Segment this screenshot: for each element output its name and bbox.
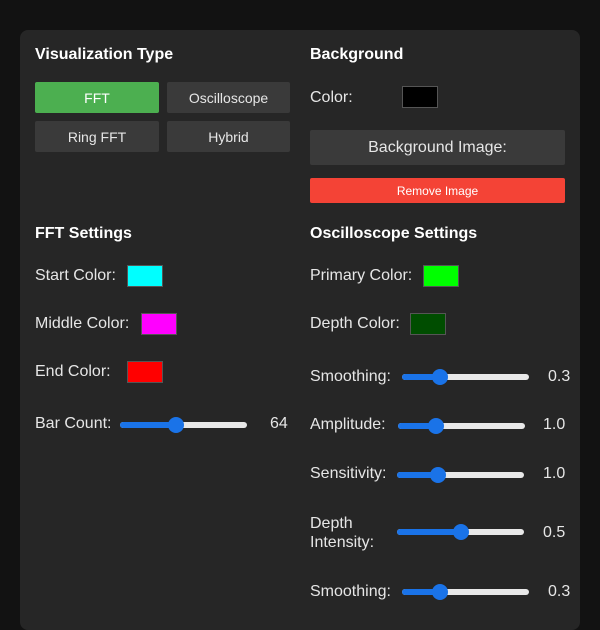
- osc-smoothing-value: 0.3: [548, 368, 571, 385]
- fft-settings-title: FFT Settings: [35, 225, 132, 242]
- osc-amplitude-label: Amplitude:: [310, 416, 386, 433]
- osc-smoothing-slider[interactable]: [402, 369, 529, 385]
- slider-thumb[interactable]: [432, 369, 448, 385]
- osc-sensitivity-label: Sensitivity:: [310, 465, 387, 482]
- slider-thumb[interactable]: [428, 418, 444, 434]
- bar-count-label: Bar Count:: [35, 415, 112, 432]
- osc-primary-color-swatch[interactable]: [423, 265, 459, 287]
- fft-middle-color-swatch[interactable]: [141, 313, 177, 335]
- slider-fill: [397, 529, 461, 535]
- background-image-button[interactable]: Background Image:: [310, 130, 565, 165]
- osc-depth-color-swatch[interactable]: [410, 313, 446, 335]
- slider-thumb[interactable]: [432, 584, 448, 600]
- osc-sensitivity-value: 1.0: [543, 465, 566, 482]
- osc-depth-intensity-label-line1: Depth: [310, 515, 353, 532]
- viz-fft-button[interactable]: FFT: [35, 82, 159, 113]
- background-title: Background: [310, 46, 404, 63]
- bar-count-slider[interactable]: [120, 417, 247, 433]
- osc-sensitivity-slider[interactable]: [397, 467, 524, 483]
- fft-middle-color-label: Middle Color:: [35, 315, 130, 332]
- osc-depth-intensity-label-line2: Intensity:: [310, 534, 375, 551]
- remove-image-button[interactable]: Remove Image: [310, 178, 565, 203]
- fft-start-color-label: Start Color:: [35, 267, 116, 284]
- osc-depth-color-label: Depth Color:: [310, 315, 400, 332]
- viz-hybrid-button[interactable]: Hybrid: [167, 121, 290, 152]
- fft-start-color-swatch[interactable]: [127, 265, 163, 287]
- background-color-swatch[interactable]: [402, 86, 438, 108]
- fft-end-color-label: End Color:: [35, 363, 111, 380]
- osc-smoothing-label: Smoothing:: [310, 368, 391, 385]
- oscilloscope-settings-title: Oscilloscope Settings: [310, 225, 478, 242]
- bar-count-value: 64: [270, 415, 288, 432]
- viz-oscilloscope-button[interactable]: Oscilloscope: [167, 82, 290, 113]
- osc-smoothing-2-slider[interactable]: [402, 584, 529, 600]
- slider-thumb[interactable]: [168, 417, 184, 433]
- osc-depth-intensity-value: 0.5: [543, 524, 566, 541]
- background-color-label: Color:: [310, 89, 353, 106]
- osc-smoothing-2-value: 0.3: [548, 583, 571, 600]
- fft-end-color-swatch[interactable]: [127, 361, 163, 383]
- slider-thumb[interactable]: [453, 524, 469, 540]
- visualization-type-title: Visualization Type: [35, 46, 174, 63]
- osc-depth-intensity-slider[interactable]: [397, 524, 524, 540]
- slider-thumb[interactable]: [430, 467, 446, 483]
- osc-primary-color-label: Primary Color:: [310, 267, 413, 284]
- viz-ring-fft-button[interactable]: Ring FFT: [35, 121, 159, 152]
- osc-amplitude-value: 1.0: [543, 416, 566, 433]
- osc-amplitude-slider[interactable]: [398, 418, 525, 434]
- osc-smoothing-2-label: Smoothing:: [310, 583, 391, 600]
